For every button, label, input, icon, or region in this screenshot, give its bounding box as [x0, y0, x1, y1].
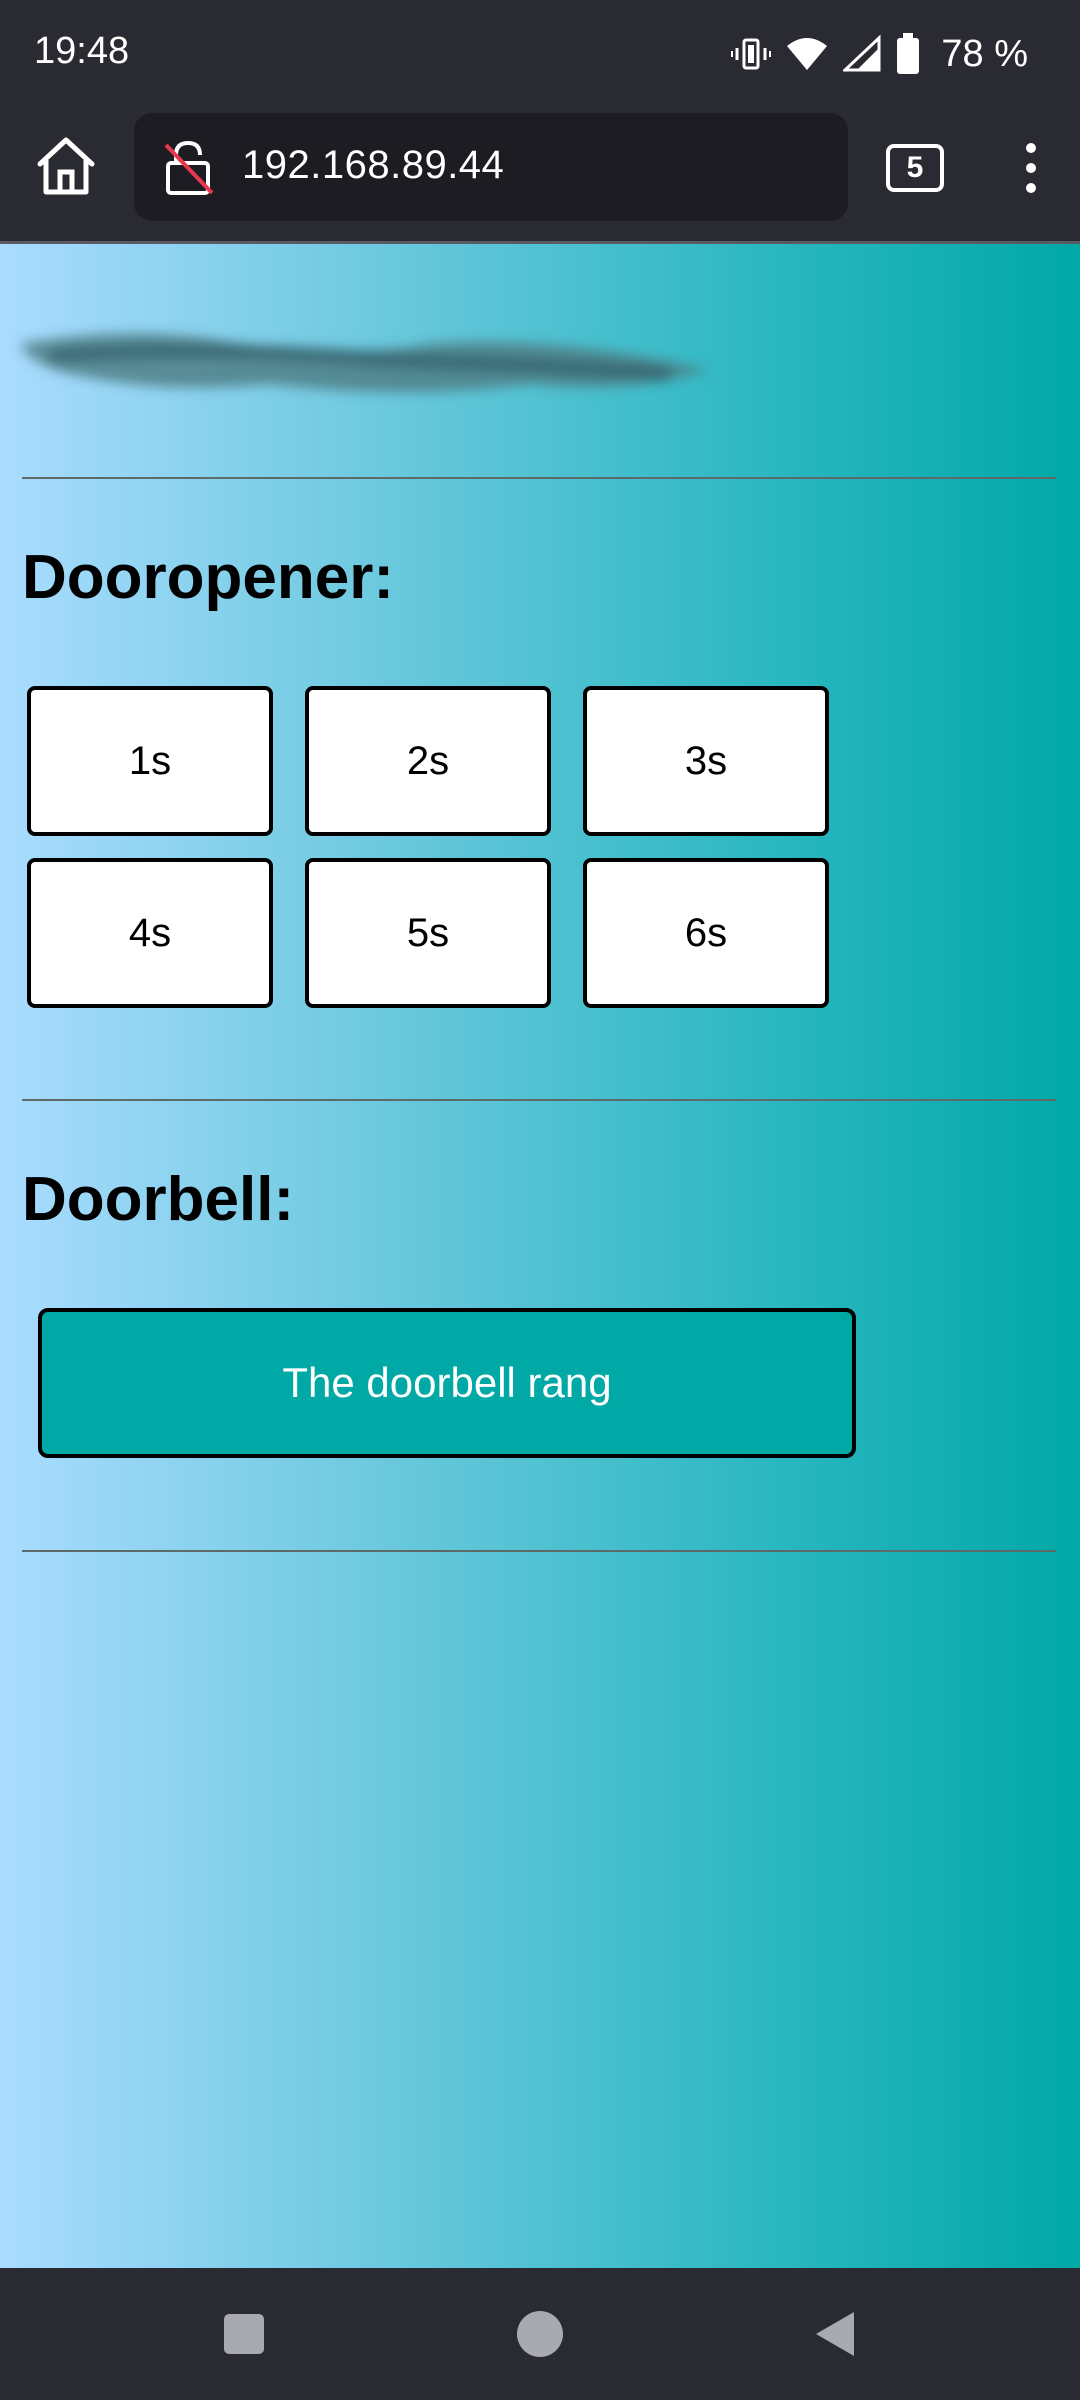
back-icon[interactable]	[806, 2304, 866, 2364]
home-icon[interactable]	[32, 132, 100, 200]
doorbell-status-button[interactable]: The doorbell rang	[38, 1308, 856, 1458]
signal-icon	[843, 34, 881, 74]
open-4s-button[interactable]: 4s	[27, 858, 273, 1008]
status-time: 19:48	[34, 30, 130, 72]
open-3s-button[interactable]: 3s	[583, 686, 829, 836]
open-6s-button[interactable]: 6s	[583, 858, 829, 1008]
status-bar: 19:48 78 %	[0, 0, 1080, 110]
home-circle-icon[interactable]	[510, 2304, 570, 2364]
battery-percent: 78 %	[941, 32, 1028, 75]
divider	[22, 477, 1056, 479]
open-2s-button[interactable]: 2s	[305, 686, 551, 836]
vibrate-icon	[731, 34, 772, 74]
battery-icon	[895, 33, 921, 75]
doorbell-title: Doorbell:	[22, 1165, 295, 1234]
divider	[22, 1099, 1056, 1101]
page-content: Dooropener: 1s 2s 3s 4s 5s 6s Doorbell: …	[0, 244, 1080, 2268]
browser-toolbar: 192.168.89.44 5	[0, 110, 1080, 244]
divider	[22, 1550, 1056, 1552]
blurred-logo	[10, 304, 750, 414]
url-bar[interactable]: 192.168.89.44	[134, 113, 848, 221]
wifi-icon	[785, 34, 829, 74]
url-text[interactable]: 192.168.89.44	[242, 143, 504, 188]
insecure-lock-icon[interactable]	[160, 139, 216, 195]
system-nav-bar	[0, 2268, 1080, 2400]
open-5s-button[interactable]: 5s	[305, 858, 551, 1008]
open-1s-button[interactable]: 1s	[27, 686, 273, 836]
overflow-menu-icon[interactable]	[1016, 138, 1046, 198]
status-icons: 78 %	[731, 30, 1028, 78]
tab-count-button[interactable]: 5	[886, 144, 944, 192]
recents-icon[interactable]	[214, 2304, 274, 2364]
dooropener-title: Dooropener:	[22, 543, 394, 612]
